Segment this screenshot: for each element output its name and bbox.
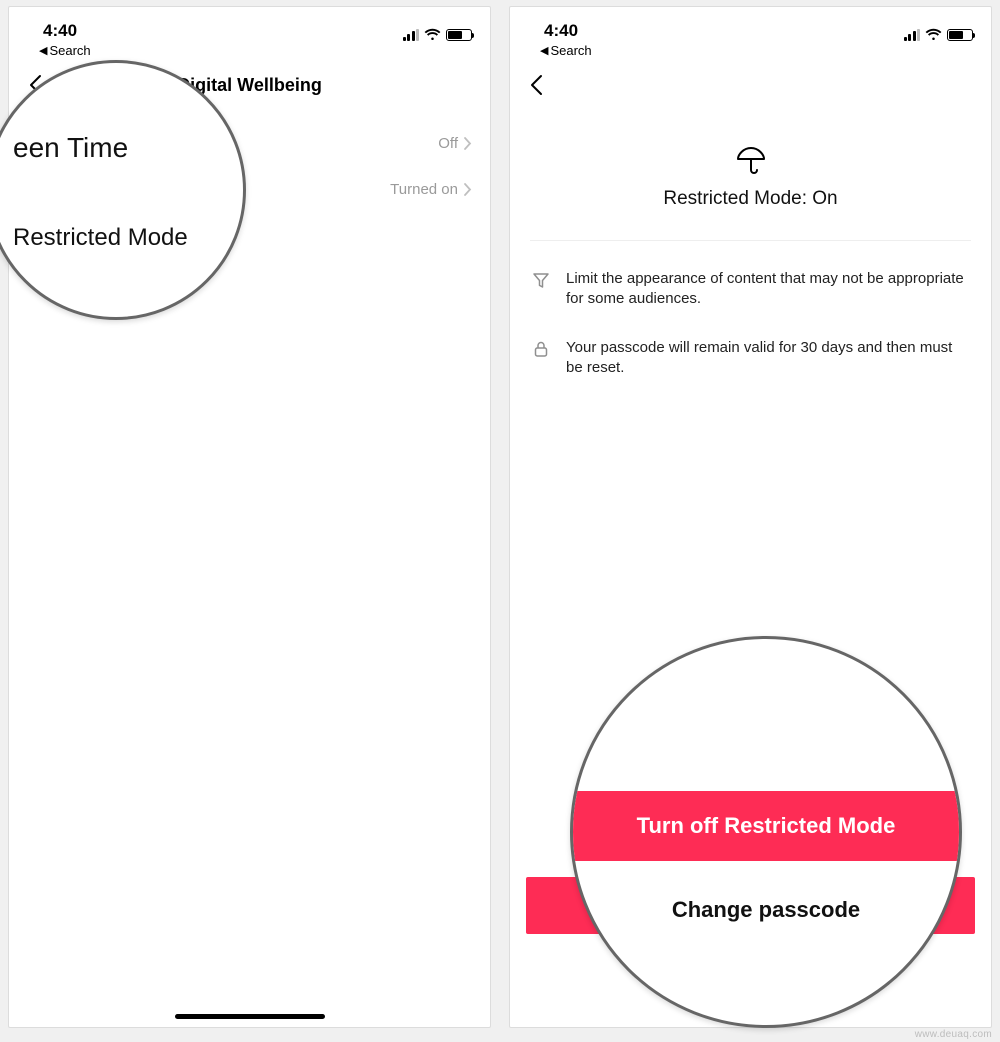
signal-icon [403,29,420,41]
phone-screen-left: 4:40 ◀ Search Digital Wellbeing Screen T… [8,6,491,1028]
back-button[interactable] [524,73,548,97]
chevron-right-icon [464,137,472,150]
status-bar: 4:40 [9,7,490,43]
divider [530,240,971,241]
phone-screen-right: 4:40 ◀ Search Restricted Mode: [509,6,992,1028]
breadcrumb-label: Search [49,43,90,58]
signal-icon [904,29,921,41]
wifi-icon [925,28,942,41]
row-restricted-mode[interactable]: Restricted Mode Turned on [9,166,490,212]
watermark: www.deuaq.com [915,1029,992,1040]
nav-header [510,62,991,108]
info-row-passcode: Your passcode will remain valid for 30 d… [530,328,971,397]
change-passcode-button[interactable]: Change passcode [526,960,975,1001]
lock-icon [532,340,552,358]
info-row-filter: Limit the appearance of content that may… [530,259,971,328]
info-text: Your passcode will remain valid for 30 d… [566,338,969,379]
battery-icon [947,29,973,41]
status-icons [904,28,974,41]
turn-off-restricted-button[interactable]: Turn off Restricted Mode [526,877,975,934]
back-button[interactable] [23,73,47,97]
bottom-actions: Turn off Restricted Mode Change passcode [510,877,991,1027]
breadcrumb-caret-icon: ◀ [39,44,47,57]
row-label: Restricted Mode [27,180,144,198]
row-value: Off [438,135,472,152]
status-time: 4:40 [544,21,578,41]
info-text: Limit the appearance of content that may… [566,269,969,310]
home-indicator[interactable] [175,1014,325,1019]
funnel-icon [532,271,552,289]
breadcrumb-back[interactable]: ◀ Search [9,43,490,62]
breadcrumb-back[interactable]: ◀ Search [510,43,991,62]
breadcrumb-label: Search [550,43,591,58]
status-bar: 4:40 [510,7,991,43]
hero: Restricted Mode: On [530,144,971,210]
umbrella-icon [530,144,971,178]
row-label: Screen Time Management [27,134,215,152]
wifi-icon [424,28,441,41]
row-screen-time[interactable]: Screen Time Management Off [9,120,490,166]
nav-header: Digital Wellbeing [9,62,490,108]
chevron-right-icon [464,183,472,196]
battery-icon [446,29,472,41]
page-title: Digital Wellbeing [177,75,322,96]
hero-title: Restricted Mode: On [530,188,971,210]
row-value: Turned on [390,181,472,198]
status-icons [403,28,473,41]
status-time: 4:40 [43,21,77,41]
breadcrumb-caret-icon: ◀ [540,44,548,57]
